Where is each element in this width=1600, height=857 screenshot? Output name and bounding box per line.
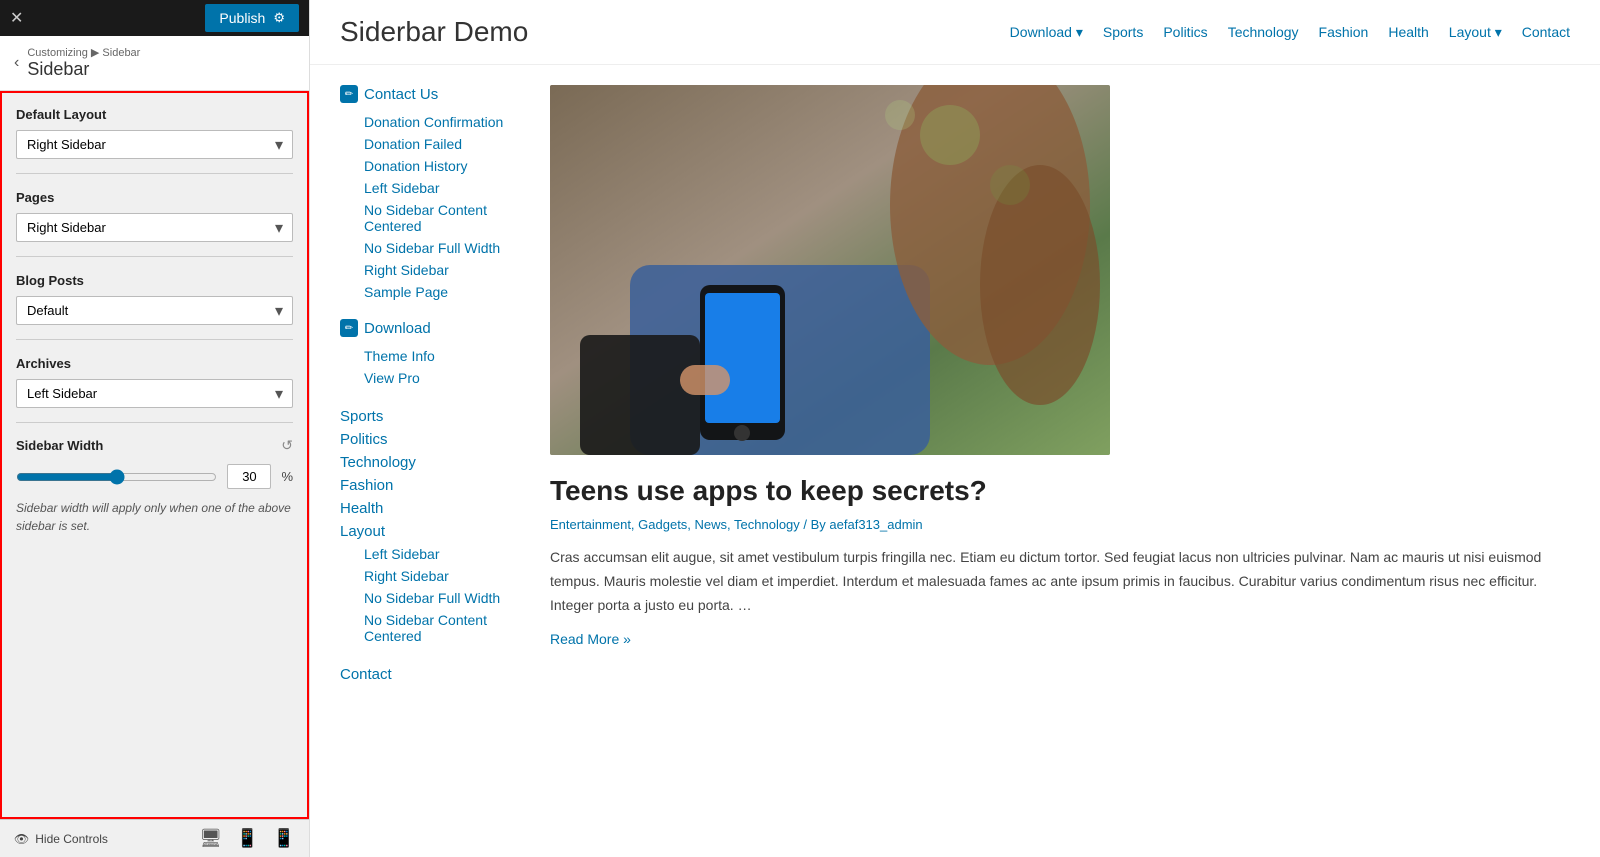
sidebar-sub-no-sidebar-centered[interactable]: No Sidebar Content Centered: [340, 199, 520, 237]
blog-excerpt: Cras accumsan elit augue, sit amet vesti…: [550, 546, 1570, 617]
publish-button[interactable]: Publish ⚙: [205, 4, 299, 32]
sidebar-nav-politics[interactable]: Politics: [340, 428, 520, 451]
panel-content: Default Layout Right Sidebar Left Sideba…: [0, 91, 309, 819]
left-panel: ✕ Publish ⚙ ‹ Customizing ▶ Sidebar Side…: [0, 0, 310, 857]
hide-controls-button[interactable]: 👁 Hide Controls: [14, 832, 108, 846]
tablet-icon[interactable]: 📱: [236, 828, 258, 849]
nav-item-politics[interactable]: Politics: [1163, 24, 1207, 40]
blog-title: Teens use apps to keep secrets?: [550, 475, 1570, 507]
read-more-link[interactable]: Read More »: [550, 631, 631, 647]
bottom-bar: 👁 Hide Controls 🖥 📱 📱: [0, 819, 309, 857]
sidebar-nav-contact-bottom[interactable]: Contact: [340, 663, 520, 686]
sidebar-width-slider[interactable]: [16, 469, 217, 485]
nav-item-health[interactable]: Health: [1388, 24, 1428, 40]
sidebar-width-value[interactable]: [227, 464, 271, 489]
sidebar-sub-layout-right[interactable]: Right Sidebar: [340, 565, 520, 587]
blog-meta: Entertainment, Gadgets, News, Technology…: [550, 517, 1570, 532]
default-layout-label: Default Layout: [16, 107, 293, 122]
archives-wrapper: Left Sidebar Right Sidebar No Sidebar Co…: [16, 379, 293, 408]
sidebar-nav-technology[interactable]: Technology: [340, 451, 520, 474]
panel-header: ‹ Customizing ▶ Sidebar Sidebar: [0, 36, 309, 91]
sidebar-sub-donation-confirmation[interactable]: Donation Confirmation: [340, 111, 520, 133]
nav-item-fashion[interactable]: Fashion: [1319, 24, 1369, 40]
archives-select[interactable]: Left Sidebar Right Sidebar No Sidebar Co…: [16, 379, 293, 408]
eye-icon: 👁: [14, 832, 29, 846]
sidebar-nav-contact-us[interactable]: Contact Us: [364, 86, 438, 103]
sidebar-sub-layout-no-full[interactable]: No Sidebar Full Width: [340, 587, 520, 609]
sidebar-nav-fashion[interactable]: Fashion: [340, 474, 520, 497]
bottom-icons: 🖥 📱 📱: [199, 828, 295, 849]
divider-2: [16, 256, 293, 257]
default-layout-select[interactable]: Right Sidebar Left Sidebar No Sidebar Co…: [16, 130, 293, 159]
site-nav: Download ▾ Sports Politics Technology Fa…: [1010, 24, 1570, 41]
sidebar-sub-left-sidebar[interactable]: Left Sidebar: [340, 177, 520, 199]
nav-item-technology[interactable]: Technology: [1228, 24, 1299, 40]
edit-icon-contact: ✏: [340, 85, 358, 103]
sidebar-sub-theme-info[interactable]: Theme Info: [340, 345, 520, 367]
sidebar-nav-health[interactable]: Health: [340, 497, 520, 520]
slider-unit: %: [281, 469, 293, 484]
site-title: Siderbar Demo: [340, 16, 528, 48]
blog-posts-wrapper: Default Right Sidebar Left Sidebar No Si…: [16, 296, 293, 325]
sidebar-nav-layout[interactable]: Layout: [340, 520, 520, 543]
sidebar-sub-view-pro[interactable]: View Pro: [340, 367, 520, 389]
nav-item-download[interactable]: Download ▾: [1010, 24, 1083, 41]
sidebar-section-layout: Layout Left Sidebar Right Sidebar No Sid…: [340, 520, 520, 647]
sidebar-width-label: Sidebar Width: [16, 438, 103, 453]
divider-4: [16, 422, 293, 423]
refresh-icon[interactable]: ↺: [281, 437, 293, 454]
nav-item-contact[interactable]: Contact: [1522, 24, 1570, 40]
pages-label: Pages: [16, 190, 293, 205]
sidebar-width-note: Sidebar width will apply only when one o…: [16, 499, 293, 535]
nav-item-sports[interactable]: Sports: [1103, 24, 1143, 40]
sidebar-sub-no-sidebar-full[interactable]: No Sidebar Full Width: [340, 237, 520, 259]
default-layout-wrapper: Right Sidebar Left Sidebar No Sidebar Co…: [16, 130, 293, 159]
blog-posts-select[interactable]: Default Right Sidebar Left Sidebar No Si…: [16, 296, 293, 325]
edit-icon-download: ✏: [340, 319, 358, 337]
sidebar-sub-sample-page[interactable]: Sample Page: [340, 281, 520, 303]
top-bar: ✕ Publish ⚙: [0, 0, 309, 36]
blog-content: Teens use apps to keep secrets? Entertai…: [550, 85, 1570, 686]
sidebar-nav: ✏ Contact Us Donation Confirmation Donat…: [340, 85, 520, 686]
blog-image-svg: [550, 85, 1110, 455]
slider-row: %: [16, 464, 293, 489]
sidebar-section-contact: ✏ Contact Us Donation Confirmation Donat…: [340, 85, 520, 303]
hide-controls-label: Hide Controls: [35, 832, 108, 846]
divider-3: [16, 339, 293, 340]
blog-posts-label: Blog Posts: [16, 273, 293, 288]
publish-label: Publish: [219, 10, 265, 26]
sidebar-section-download: ✏ Download Theme Info View Pro: [340, 319, 520, 389]
sidebar-width-row: Sidebar Width ↺: [16, 437, 293, 454]
mobile-icon[interactable]: 📱: [273, 828, 295, 849]
sidebar-nav-download[interactable]: Download: [364, 320, 431, 337]
sidebar-sub-layout-left[interactable]: Left Sidebar: [340, 543, 520, 565]
desktop-icon[interactable]: 🖥: [199, 828, 222, 849]
sidebar-section-header-download: ✏ Download: [340, 319, 520, 337]
sidebar-nav-sports[interactable]: Sports: [340, 405, 520, 428]
sidebar-sub-donation-history[interactable]: Donation History: [340, 155, 520, 177]
main-area: ✏ Contact Us Donation Confirmation Donat…: [310, 65, 1600, 706]
pages-wrapper: Right Sidebar Left Sidebar No Sidebar Co…: [16, 213, 293, 242]
pages-select[interactable]: Right Sidebar Left Sidebar No Sidebar Co…: [16, 213, 293, 242]
panel-title: Sidebar: [27, 59, 140, 80]
sidebar-sub-layout-no-centered[interactable]: No Sidebar Content Centered: [340, 609, 520, 647]
right-content: Siderbar Demo Download ▾ Sports Politics…: [310, 0, 1600, 857]
sidebar-sub-donation-failed[interactable]: Donation Failed: [340, 133, 520, 155]
sidebar-sub-right-sidebar[interactable]: Right Sidebar: [340, 259, 520, 281]
archives-label: Archives: [16, 356, 293, 371]
breadcrumb: Customizing ▶ Sidebar: [27, 46, 140, 59]
divider-1: [16, 173, 293, 174]
sidebar-section-header-contact: ✏ Contact Us: [340, 85, 520, 103]
blog-image: [550, 85, 1110, 455]
site-header: Siderbar Demo Download ▾ Sports Politics…: [310, 0, 1600, 65]
back-button[interactable]: ‹: [14, 54, 19, 72]
gear-icon: ⚙: [273, 10, 285, 26]
close-button[interactable]: ✕: [10, 8, 23, 28]
nav-item-layout[interactable]: Layout ▾: [1449, 24, 1502, 41]
breadcrumb-area: Customizing ▶ Sidebar Sidebar: [27, 46, 140, 80]
